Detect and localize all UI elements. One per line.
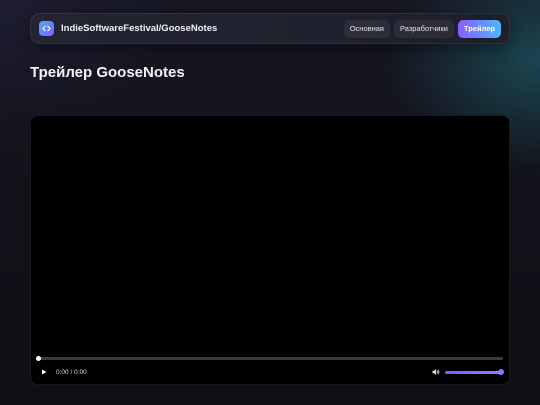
page-title: Трейлер GooseNotes [30,64,185,81]
nav-developers-button[interactable]: Разработчики [393,19,454,38]
volume-slider[interactable] [445,369,504,375]
volume-control [431,367,504,377]
nav-main-button[interactable]: Основная [343,19,390,38]
volume-knob[interactable] [498,369,504,375]
time-readout: 0:00 / 0:00 [56,368,87,376]
play-icon[interactable] [37,365,51,379]
volume-icon[interactable] [431,367,441,377]
top-navbar: IndieSoftwareFestival/GooseNotes Основна… [30,13,510,44]
nav-trailer-button[interactable]: Трейлер [457,19,501,38]
video-player[interactable]: 0:00 / 0:00 [30,115,510,385]
code-icon[interactable] [39,21,54,36]
progress-knob[interactable] [36,356,41,361]
nav-links: Основная Разработчики Трейлер [343,19,501,38]
volume-fill [445,370,503,374]
progress-bar[interactable] [36,356,503,361]
brand-title[interactable]: IndieSoftwareFestival/GooseNotes [61,23,217,34]
player-controls: 0:00 / 0:00 [37,365,504,379]
